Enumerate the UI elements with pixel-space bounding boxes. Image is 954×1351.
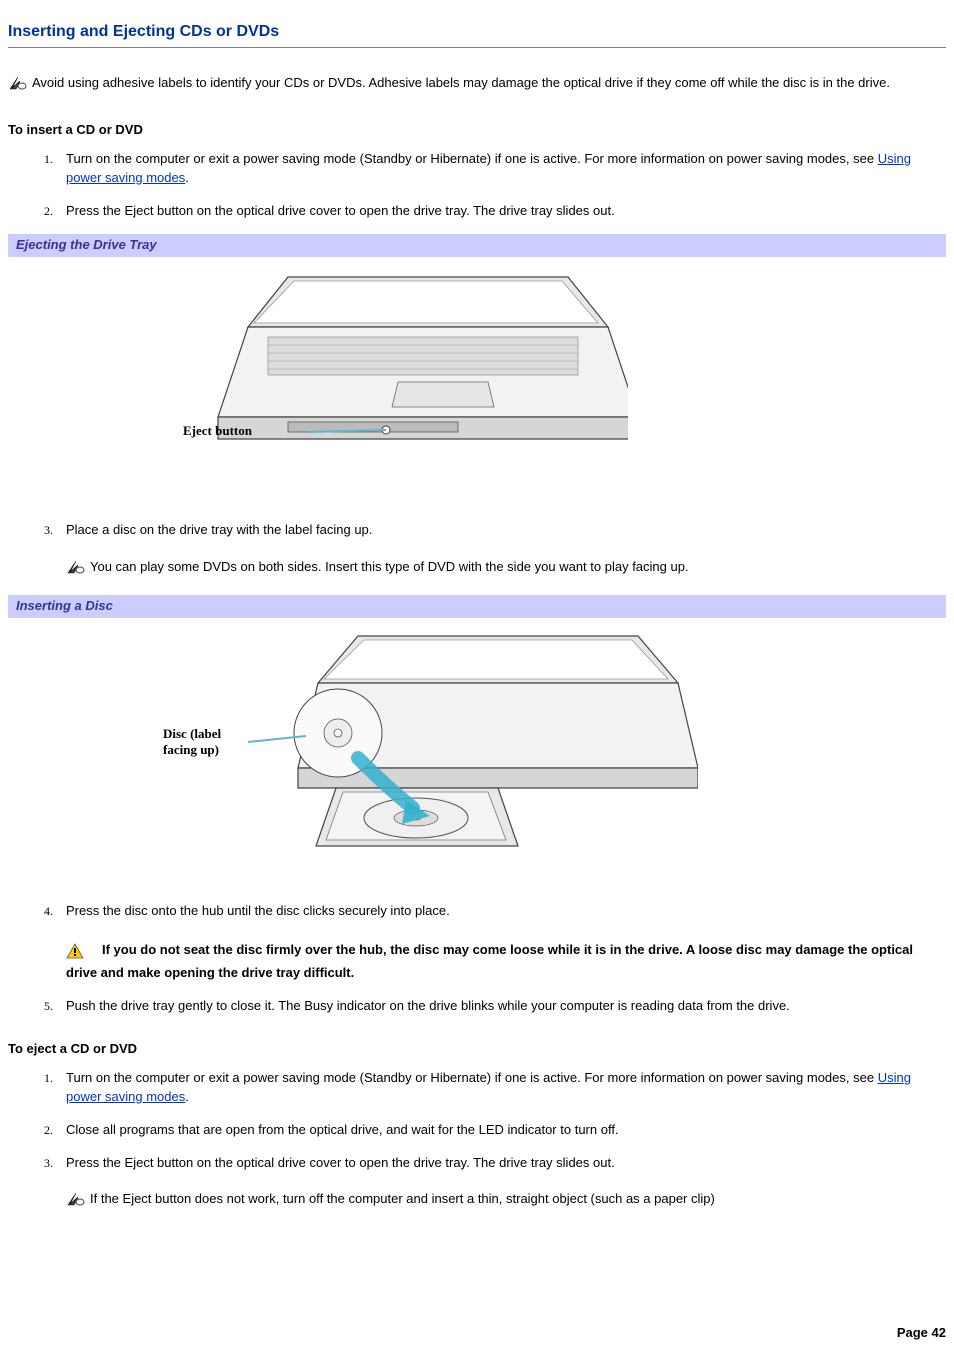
list-item: 1. Turn on the computer or exit a power … (44, 1069, 946, 1107)
step3-note-text: You can play some DVDs on both sides. In… (90, 559, 689, 574)
figure-label-eject: Eject button (183, 423, 253, 438)
list-item: 4. Press the disc onto the hub until the… (44, 902, 946, 984)
figure-caption-eject: Ejecting the Drive Tray (8, 234, 946, 257)
list-item: 3. Place a disc on the drive tray with t… (44, 521, 946, 581)
step3-note: You can play some DVDs on both sides. In… (66, 558, 946, 581)
step-text: Place a disc on the drive tray with the … (66, 522, 372, 537)
step-text: Press the Eject button on the optical dr… (66, 1155, 615, 1170)
step-number: 1. (44, 151, 53, 168)
eject-section-title: To eject a CD or DVD (8, 1040, 946, 1059)
intro-note: Avoid using adhesive labels to identify … (8, 74, 946, 97)
list-item: 5. Push the drive tray gently to close i… (44, 997, 946, 1016)
note-icon (66, 559, 86, 581)
step-text: Turn on the computer or exit a power sav… (66, 151, 878, 166)
figure-label-disc-1: Disc (label (163, 726, 222, 741)
step-text-tail: . (185, 170, 189, 185)
insert-steps-cont2: 4. Press the disc onto the hub until the… (44, 902, 946, 1016)
step3-eject-note-text: If the Eject button does not work, turn … (90, 1191, 715, 1206)
step-number: 2. (44, 203, 53, 220)
list-item: 3. Press the Eject button on the optical… (44, 1154, 946, 1214)
page-title: Inserting and Ejecting CDs or DVDs (8, 20, 946, 43)
list-item: 1. Turn on the computer or exit a power … (44, 150, 946, 188)
intro-note-text: Avoid using adhesive labels to identify … (32, 75, 890, 90)
insert-steps: 1. Turn on the computer or exit a power … (44, 150, 946, 221)
warning-icon (66, 943, 84, 965)
step-text: Turn on the computer or exit a power sav… (66, 1070, 878, 1085)
step-text: Close all programs that are open from th… (66, 1122, 619, 1137)
page-number: Page 42 (897, 1324, 946, 1343)
list-item: 2. Press the Eject button on the optical… (44, 202, 946, 221)
step-number: 4. (44, 903, 53, 920)
step3-eject-note: If the Eject button does not work, turn … (66, 1190, 946, 1213)
step-text: Press the Eject button on the optical dr… (66, 203, 615, 218)
insert-steps-cont: 3. Place a disc on the drive tray with t… (44, 521, 946, 581)
title-rule (8, 47, 946, 48)
step4-warning: If you do not seat the disc firmly over … (66, 941, 946, 984)
step-number: 3. (44, 522, 53, 539)
eject-steps: 1. Turn on the computer or exit a power … (44, 1069, 946, 1213)
figure-label-disc-2: facing up) (163, 742, 219, 757)
figure-insert-disc: Disc (label facing up) (8, 628, 946, 878)
insert-section-title: To insert a CD or DVD (8, 121, 946, 140)
figure-eject-tray: Eject button (8, 267, 946, 497)
list-item: 2. Close all programs that are open from… (44, 1121, 946, 1140)
step-number: 5. (44, 998, 53, 1015)
step-text: Press the disc onto the hub until the di… (66, 903, 450, 918)
step-number: 2. (44, 1122, 53, 1139)
step-text: Push the drive tray gently to close it. … (66, 998, 790, 1013)
figure-caption-insert: Inserting a Disc (8, 595, 946, 618)
step-number: 3. (44, 1155, 53, 1172)
step-text-tail: . (185, 1089, 189, 1104)
step-number: 1. (44, 1070, 53, 1087)
note-icon (8, 75, 28, 97)
note-icon (66, 1191, 86, 1213)
step4-warning-text: If you do not seat the disc firmly over … (66, 942, 913, 981)
